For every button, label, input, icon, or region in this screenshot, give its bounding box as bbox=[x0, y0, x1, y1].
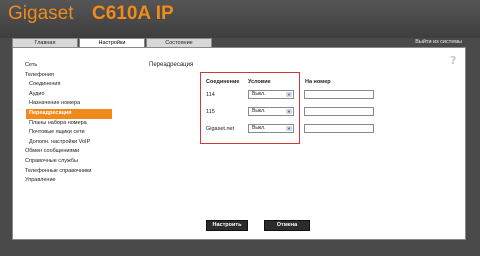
configure-button[interactable]: Настроить bbox=[206, 220, 248, 231]
column-header-condition: Условие bbox=[248, 79, 271, 85]
sidebar-item-directories[interactable]: Телефонные справочники bbox=[13, 167, 117, 177]
sidebar-nav: Сеть Телефония Соединения Аудио Назначен… bbox=[13, 61, 117, 186]
condition-select-value: Выкл. bbox=[252, 125, 266, 131]
column-header-connection: Соединение bbox=[206, 79, 240, 85]
sidebar-item-number-assignment[interactable]: Назначение номера bbox=[13, 99, 117, 109]
row-connection-label: 115 bbox=[206, 109, 215, 115]
target-number-input[interactable] bbox=[304, 90, 374, 99]
sidebar-item-call-forwarding[interactable]: Переадресация bbox=[26, 108, 112, 119]
chevron-down-icon: ▼ bbox=[286, 126, 292, 131]
sidebar-item-network-mailboxes[interactable]: Почтовые ящики сети bbox=[13, 128, 117, 138]
sidebar-item-telephony[interactable]: Телефония bbox=[13, 71, 117, 81]
target-number-input[interactable] bbox=[304, 107, 374, 116]
sidebar-item-network[interactable]: Сеть bbox=[13, 61, 117, 71]
condition-select-value: Выкл. bbox=[252, 91, 266, 97]
sidebar-item-dialling-plans[interactable]: Планы набора номера bbox=[13, 119, 117, 129]
condition-select-value: Выкл. bbox=[252, 108, 266, 114]
sidebar-item-advanced-voip[interactable]: Дополн. настройки VoIP bbox=[13, 138, 117, 148]
target-number-input[interactable] bbox=[304, 124, 374, 133]
condition-select[interactable]: Выкл. ▼ bbox=[248, 107, 294, 116]
column-header-target: На номер bbox=[305, 79, 331, 85]
condition-select[interactable]: Выкл. ▼ bbox=[248, 90, 294, 99]
condition-select[interactable]: Выкл. ▼ bbox=[248, 124, 294, 133]
brand-logo: Gigaset bbox=[8, 3, 74, 24]
sidebar-item-connections[interactable]: Соединения bbox=[13, 80, 117, 90]
content-panel: ? Сеть Телефония Соединения Аудио Назнач… bbox=[12, 47, 466, 240]
chevron-down-icon: ▼ bbox=[286, 92, 292, 97]
model-name: C610A IP bbox=[92, 3, 174, 24]
sidebar-item-info-services[interactable]: Справочные службы bbox=[13, 157, 117, 167]
logout-link[interactable]: Выйти из системы bbox=[415, 39, 462, 45]
help-icon[interactable]: ? bbox=[450, 55, 459, 66]
chevron-down-icon: ▼ bbox=[286, 109, 292, 114]
header-bar: Gigaset C610A IP bbox=[0, 0, 480, 38]
row-connection-label: 114 bbox=[206, 92, 215, 98]
sidebar-item-management[interactable]: Управление bbox=[13, 176, 117, 186]
row-connection-label: Gigaset.net bbox=[206, 126, 235, 132]
sidebar-item-audio[interactable]: Аудио bbox=[13, 90, 117, 100]
page-title: Переадресация bbox=[149, 62, 194, 68]
sidebar-item-messaging[interactable]: Обмен сообщениями bbox=[13, 147, 117, 157]
cancel-button[interactable]: Отмена bbox=[264, 220, 310, 231]
